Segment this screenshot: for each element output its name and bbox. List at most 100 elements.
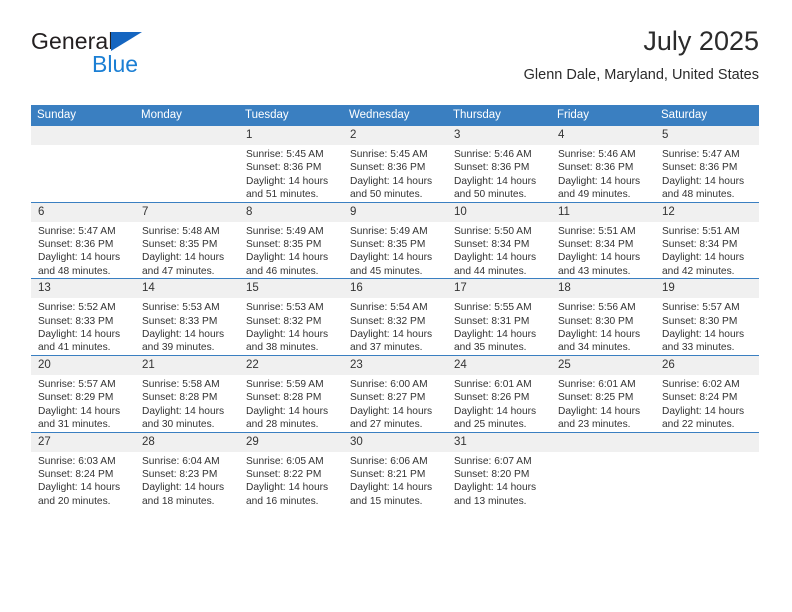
calendar-day-cell[interactable]: 16 Sunrise: 5:54 AM Sunset: 8:32 PM Dayligh… (343, 278, 447, 356)
daylight-text: Daylight: 14 hours and 16 minutes. (246, 482, 329, 507)
calendar-day-cell[interactable]: 28 Sunrise: 6:04 AM Sunset: 8:23 PM Dayligh… (135, 431, 239, 509)
calendar-day-cell[interactable]: 15 Sunrise: 5:53 AM Sunset: 8:32 PM Dayligh… (239, 278, 343, 356)
day-number: 15 (239, 279, 343, 299)
daylight-text: Daylight: 14 hours and 50 minutes. (350, 175, 433, 201)
sunrise-text: Sunrise: 5:46 AM (558, 149, 636, 160)
sunset-text: Sunset: 8:36 PM (662, 162, 738, 174)
day-number: 13 (31, 279, 135, 299)
day-details: Sunrise: 6:03 AM Sunset: 8:24 PM Daylight:… (31, 452, 135, 509)
day-number (551, 432, 655, 452)
calendar-day-cell[interactable]: 23 Sunrise: 6:00 AM Sunset: 8:27 PM Dayligh… (343, 354, 447, 432)
sunrise-text: Sunrise: 5:55 AM (454, 302, 532, 314)
calendar-day-cell[interactable]: 29 Sunrise: 6:05 AM Sunset: 8:22 PM Dayligh… (239, 431, 343, 509)
sunrise-text: Sunrise: 5:52 AM (38, 302, 116, 314)
daylight-text: Daylight: 14 hours and 41 minutes. (38, 329, 121, 354)
sunrise-text: Sunrise: 5:51 AM (558, 225, 636, 237)
daylight-text: Daylight: 14 hours and 31 minutes. (38, 405, 121, 431)
day-details: Sunrise: 6:01 AM Sunset: 8:26 PM Daylight:… (447, 375, 551, 432)
day-details: Sunrise: 5:46 AM Sunset: 8:36 PM Daylight:… (447, 145, 551, 202)
calendar-day-cell[interactable]: 8 Sunrise: 5:49 AM Sunset: 8:35 PM Daylight… (239, 201, 343, 279)
sunrise-text: Sunrise: 6:03 AM (38, 455, 116, 467)
sunrise-text: Sunrise: 5:47 AM (38, 225, 116, 237)
calendar-day-cell[interactable]: 5 Sunrise: 5:47 AM Sunset: 8:36 PM Daylight… (655, 126, 759, 203)
general-blue-logo[interactable]: General Blue (31, 28, 261, 88)
calendar-day-cell[interactable]: 9 Sunrise: 5:49 AM Sunset: 8:35 PM Daylight… (343, 201, 447, 279)
sunrise-text: Sunrise: 5:49 AM (350, 225, 428, 237)
sunrise-text: Sunrise: 5:48 AM (142, 225, 220, 237)
calendar-day-cell[interactable]: 4 Sunrise: 5:46 AM Sunset: 8:36 PM Daylight… (551, 126, 655, 203)
sunset-text: Sunset: 8:23 PM (142, 468, 218, 480)
calendar-day-cell[interactable]: 21 Sunrise: 5:58 AM Sunset: 8:28 PM Dayligh… (135, 354, 239, 432)
day-number: 11 (551, 202, 655, 222)
day-number: 5 (655, 126, 759, 145)
day-details: Sunrise: 5:55 AM Sunset: 8:31 PM Daylight:… (447, 298, 551, 355)
calendar-day-cell[interactable]: 17 Sunrise: 5:55 AM Sunset: 8:31 PM Dayligh… (447, 278, 551, 356)
sunset-text: Sunset: 8:34 PM (662, 239, 738, 251)
day-details: Sunrise: 5:57 AM Sunset: 8:30 PM Daylight:… (655, 298, 759, 355)
day-details: Sunrise: 5:47 AM Sunset: 8:36 PM Daylight:… (655, 145, 759, 202)
sunrise-text: Sunrise: 6:06 AM (350, 455, 428, 467)
daylight-text: Daylight: 14 hours and 37 minutes. (350, 329, 433, 354)
calendar-day-cell[interactable]: 13 Sunrise: 5:52 AM Sunset: 8:33 PM Dayligh… (31, 278, 135, 356)
sunset-text: Sunset: 8:32 PM (350, 315, 426, 327)
daylight-text: Daylight: 14 hours and 35 minutes. (454, 329, 537, 354)
sunset-text: Sunset: 8:28 PM (142, 392, 218, 404)
calendar-day-cell[interactable]: 20 Sunrise: 5:57 AM Sunset: 8:29 PM Dayligh… (31, 354, 135, 432)
calendar-day-cell[interactable]: 31 Sunrise: 6:07 AM Sunset: 8:20 PM Dayligh… (447, 431, 551, 509)
sunrise-text: Sunrise: 5:53 AM (142, 302, 220, 314)
daylight-text: Daylight: 14 hours and 38 minutes. (246, 329, 329, 354)
calendar-day-cell[interactable]: 24 Sunrise: 6:01 AM Sunset: 8:26 PM Dayligh… (447, 354, 551, 432)
day-number: 10 (447, 202, 551, 222)
calendar-day-cell[interactable]: 14 Sunrise: 5:53 AM Sunset: 8:33 PM Dayligh… (135, 278, 239, 356)
calendar-day-cell[interactable]: 26 Sunrise: 6:02 AM Sunset: 8:24 PM Dayligh… (655, 354, 759, 432)
calendar-day-cell[interactable]: 30 Sunrise: 6:06 AM Sunset: 8:21 PM Dayligh… (343, 431, 447, 509)
sunset-text: Sunset: 8:36 PM (454, 162, 530, 174)
day-number: 1 (239, 126, 343, 145)
daylight-text: Daylight: 14 hours and 44 minutes. (454, 252, 537, 277)
sunset-text: Sunset: 8:26 PM (454, 392, 530, 404)
day-number: 24 (447, 355, 551, 375)
day-number: 6 (31, 202, 135, 222)
sunrise-text: Sunrise: 5:53 AM (246, 302, 324, 314)
day-details: Sunrise: 6:04 AM Sunset: 8:23 PM Daylight:… (135, 452, 239, 509)
sunrise-text: Sunrise: 5:45 AM (350, 149, 428, 160)
sunrise-text: Sunrise: 5:51 AM (662, 225, 740, 237)
day-number: 14 (135, 279, 239, 299)
calendar-day-cell[interactable]: 11 Sunrise: 5:51 AM Sunset: 8:34 PM Dayligh… (551, 201, 655, 279)
calendar-day-cell[interactable]: 27 Sunrise: 6:03 AM Sunset: 8:24 PM Dayligh… (31, 431, 135, 509)
day-number: 29 (239, 432, 343, 452)
day-details: Sunrise: 6:06 AM Sunset: 8:21 PM Daylight:… (343, 452, 447, 509)
calendar-day-cell[interactable]: 19 Sunrise: 5:57 AM Sunset: 8:30 PM Dayligh… (655, 278, 759, 356)
sunset-text: Sunset: 8:31 PM (454, 315, 530, 327)
sunset-text: Sunset: 8:35 PM (246, 239, 322, 251)
sunrise-text: Sunrise: 5:57 AM (662, 302, 740, 314)
sunset-text: Sunset: 8:20 PM (454, 468, 530, 480)
daylight-text: Daylight: 14 hours and 13 minutes. (454, 482, 537, 507)
calendar-day-cell[interactable]: 7 Sunrise: 5:48 AM Sunset: 8:35 PM Daylight… (135, 201, 239, 279)
calendar-day-cell[interactable]: 10 Sunrise: 5:50 AM Sunset: 8:34 PM Dayligh… (447, 201, 551, 279)
sunset-text: Sunset: 8:33 PM (38, 315, 114, 327)
calendar-day-cell[interactable]: 25 Sunrise: 6:01 AM Sunset: 8:25 PM Dayligh… (551, 354, 655, 432)
calendar-day-cell[interactable]: 18 Sunrise: 5:56 AM Sunset: 8:30 PM Dayligh… (551, 278, 655, 356)
day-number: 17 (447, 279, 551, 299)
calendar-day-cell[interactable]: 22 Sunrise: 5:59 AM Sunset: 8:28 PM Dayligh… (239, 354, 343, 432)
daylight-text: Daylight: 14 hours and 51 minutes. (246, 175, 329, 201)
calendar-day-cell[interactable]: 3 Sunrise: 5:46 AM Sunset: 8:36 PM Daylight… (447, 126, 551, 203)
calendar-day-cell[interactable]: 6 Sunrise: 5:47 AM Sunset: 8:36 PM Daylight… (31, 201, 135, 279)
day-number (31, 126, 135, 145)
day-number: 21 (135, 355, 239, 375)
calendar-day-cell[interactable]: 1 Sunrise: 5:45 AM Sunset: 8:36 PM Daylight… (239, 126, 343, 203)
calendar-header-row: Sunday Monday Tuesday Wednesday Thursday Frid… (31, 105, 759, 126)
sunrise-text: Sunrise: 5:58 AM (142, 378, 220, 390)
day-details: Sunrise: 5:58 AM Sunset: 8:28 PM Daylight:… (135, 375, 239, 432)
day-details: Sunrise: 5:53 AM Sunset: 8:32 PM Daylight:… (239, 298, 343, 355)
calendar-day-cell[interactable]: 12 Sunrise: 5:51 AM Sunset: 8:34 PM Dayligh… (655, 201, 759, 279)
daylight-text: Daylight: 14 hours and 49 minutes. (558, 175, 641, 201)
day-number: 9 (343, 202, 447, 222)
sunset-text: Sunset: 8:35 PM (142, 239, 218, 251)
day-details: Sunrise: 5:47 AM Sunset: 8:36 PM Daylight:… (31, 222, 135, 279)
day-details: Sunrise: 6:05 AM Sunset: 8:22 PM Daylight:… (239, 452, 343, 509)
day-number: 12 (655, 202, 759, 222)
sunrise-text: Sunrise: 6:04 AM (142, 455, 220, 467)
calendar-day-cell[interactable]: 2 Sunrise: 5:45 AM Sunset: 8:36 PM Daylight… (343, 126, 447, 203)
